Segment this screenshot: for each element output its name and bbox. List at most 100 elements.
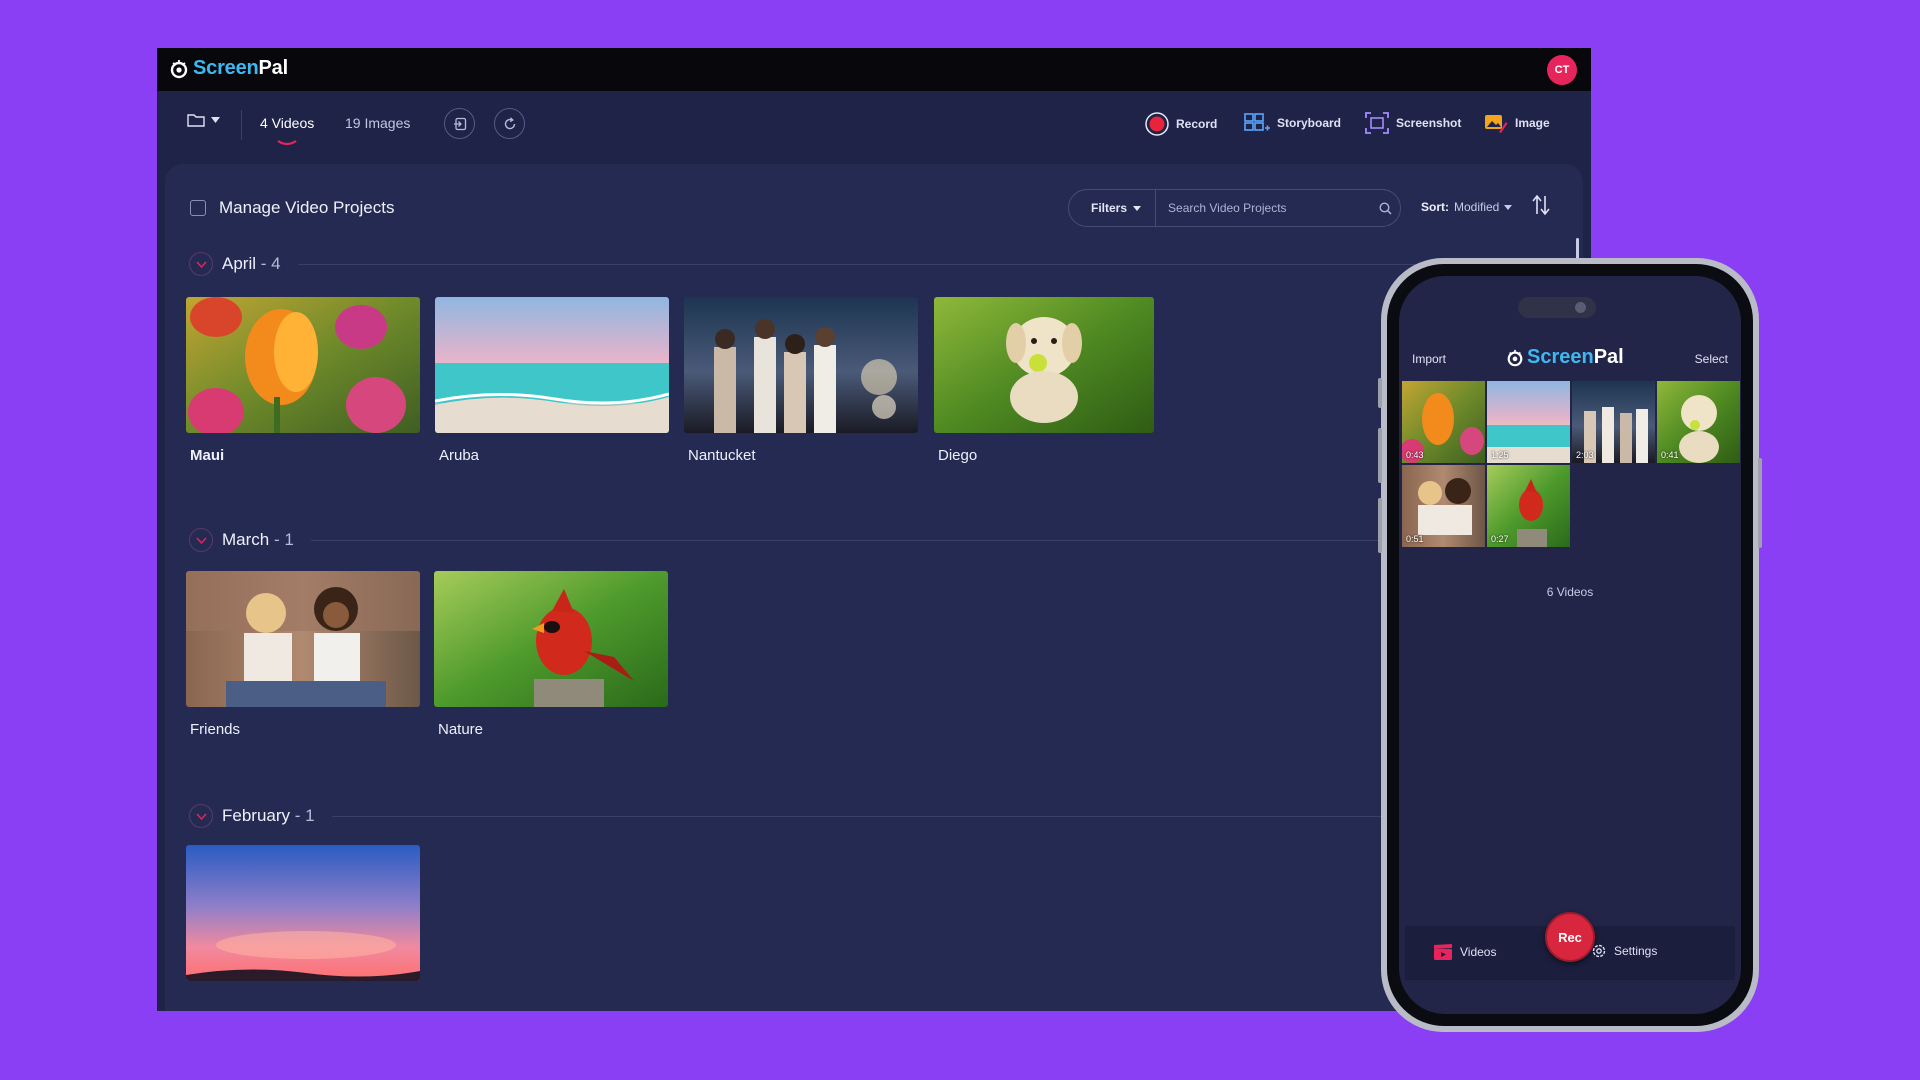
sort-label: Sort: (1421, 200, 1449, 214)
phone-video-tile[interactable]: 0:41 (1657, 381, 1740, 463)
folder-icon (187, 114, 205, 127)
thumbnail-cardinal (434, 571, 668, 707)
phone-side-button (1378, 428, 1382, 483)
video-title: Friends (190, 721, 241, 738)
video-duration: 2:03 (1576, 450, 1594, 460)
record-button[interactable]: Record (1145, 112, 1217, 136)
phone-video-tile[interactable]: 0:51 (1402, 465, 1485, 547)
video-projects-panel: Manage Video Projects Filters Sort: Modi… (165, 164, 1583, 1011)
import-button[interactable] (444, 108, 475, 139)
title-bar: ScreenPal CT (157, 48, 1591, 91)
phone-select-button[interactable]: Select (1695, 352, 1728, 366)
phone-video-count: 6 Videos (1546, 585, 1594, 599)
main-toolbar: 4 Videos 19 Images Record Storyboard Scr… (157, 91, 1591, 156)
search-input[interactable] (1156, 201, 1370, 215)
desktop-app-window: ScreenPal CT 4 Videos 19 Images Record S… (157, 48, 1591, 1011)
video-card-maui[interactable]: Maui (186, 297, 420, 464)
section-divider (331, 815, 1563, 817)
manage-projects-checkbox[interactable] (190, 200, 206, 216)
clapperboard-icon (1434, 944, 1452, 960)
phone-tab-videos[interactable]: Videos (1433, 943, 1496, 961)
phone-side-button (1758, 458, 1762, 548)
tab-images[interactable]: 19 Images (345, 115, 410, 131)
active-tab-indicator (277, 140, 297, 146)
video-duration: 1:25 (1491, 450, 1509, 460)
screenshot-label: Screenshot (1396, 116, 1462, 130)
manage-projects-label: Manage Video Projects (219, 198, 395, 217)
phone-rec-button[interactable]: Rec (1545, 912, 1595, 962)
section-divider (310, 539, 1563, 541)
filters-label: Filters (1091, 201, 1128, 215)
refresh-icon (504, 116, 515, 129)
video-duration: 0:43 (1406, 450, 1424, 460)
screenpal-logo: ScreenPal (1506, 346, 1624, 369)
phone-screen: Import ScreenPal Select 0:43 1:25 2:03 0… (1399, 276, 1741, 1014)
thumbnail-dog (934, 297, 1154, 433)
storyboard-label: Storyboard (1277, 116, 1342, 130)
dynamic-island (1518, 297, 1596, 318)
collapse-march-button[interactable] (189, 528, 213, 552)
video-card-nantucket[interactable]: Nantucket (684, 297, 918, 464)
phone-video-tile[interactable]: 0:43 (1402, 381, 1485, 463)
logo-text-pal: Pal (258, 57, 289, 79)
phone-side-button (1378, 378, 1382, 408)
search-bar: Filters (1068, 189, 1401, 227)
caret-down-icon (1504, 204, 1513, 210)
scrollbar-thumb[interactable] (1576, 238, 1579, 260)
phone-video-tile[interactable]: 1:25 (1487, 381, 1570, 463)
sort-value: Modified (1454, 200, 1500, 214)
phone-video-tile[interactable]: 2:03 (1572, 381, 1655, 463)
phone-video-tile[interactable]: 0:27 (1487, 465, 1570, 547)
video-duration: 0:51 (1406, 534, 1424, 544)
user-avatar[interactable]: CT (1547, 55, 1577, 85)
section-title: April - 4 (222, 254, 281, 273)
video-card-nature[interactable]: Nature (434, 571, 668, 738)
caret-down-icon (211, 117, 220, 123)
tab-videos[interactable]: 4 Videos (260, 115, 314, 131)
video-title: Nantucket (688, 447, 756, 464)
chevron-down-icon (195, 261, 207, 268)
thumbnail-tulips (186, 297, 420, 433)
image-button[interactable]: Image (1484, 112, 1550, 134)
caret-down-icon (1133, 205, 1142, 211)
video-card-sunset[interactable] (186, 845, 420, 981)
video-duration: 0:27 (1491, 534, 1509, 544)
storyboard-button[interactable]: Storyboard (1244, 112, 1341, 134)
section-header-february: February - 1 (189, 804, 1563, 828)
phone-header: Import ScreenPal Select (1399, 346, 1741, 372)
video-title: Aruba (439, 447, 480, 464)
screenshot-icon (1365, 112, 1389, 134)
refresh-button[interactable] (494, 108, 525, 139)
screenshot-button[interactable]: Screenshot (1365, 112, 1461, 134)
collapse-february-button[interactable] (189, 804, 213, 828)
video-title: Diego (938, 447, 978, 464)
video-duration: 0:41 (1661, 450, 1679, 460)
sort-dropdown[interactable]: Sort: Modified (1421, 200, 1513, 214)
section-header-april: April - 4 (189, 252, 1563, 276)
phone-tab-settings[interactable]: Settings (1591, 943, 1657, 959)
folder-dropdown-button[interactable] (187, 113, 220, 127)
section-divider (297, 263, 1563, 265)
record-label: Record (1176, 117, 1218, 131)
record-icon (1145, 112, 1169, 136)
logo-text-screen: Screen (193, 57, 259, 79)
search-icon[interactable] (1370, 201, 1400, 215)
collapse-april-button[interactable] (189, 252, 213, 276)
chevron-down-icon (195, 813, 207, 820)
image-icon (1485, 115, 1508, 133)
phone-tab-settings-label: Settings (1614, 944, 1658, 958)
gear-icon (1592, 944, 1606, 958)
manage-projects-row: Manage Video Projects (190, 198, 394, 218)
filters-dropdown[interactable]: Filters (1069, 190, 1157, 226)
phone-import-button[interactable]: Import (1412, 352, 1446, 366)
video-card-friends[interactable]: Friends (186, 571, 420, 738)
sort-direction-icon[interactable] (1531, 194, 1551, 216)
thumbnail-party (684, 297, 918, 433)
phone-bezel: Import ScreenPal Select 0:43 1:25 2:03 0… (1387, 264, 1753, 1026)
toolbar-divider (241, 110, 242, 140)
video-card-aruba[interactable]: Aruba (435, 297, 669, 464)
video-card-diego[interactable]: Diego (934, 297, 1154, 464)
image-label: Image (1515, 116, 1550, 130)
logo-mark-icon (170, 59, 188, 78)
phone-bottom-nav: Videos Rec Settings (1405, 912, 1735, 980)
